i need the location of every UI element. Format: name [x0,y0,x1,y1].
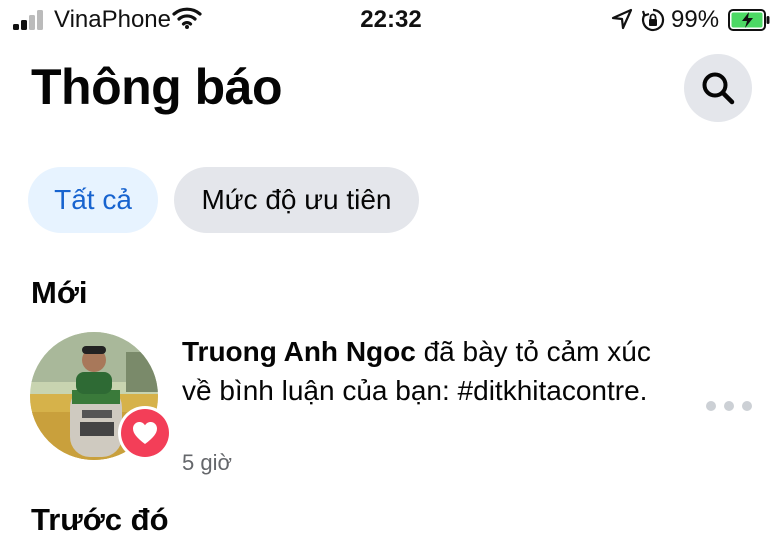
filter-chip-priority[interactable]: Mức độ ưu tiên [174,167,419,233]
page-title: Thông báo [31,59,283,115]
notification-time: 5 giờ [182,450,232,475]
reaction-badge [118,406,172,460]
more-options-button[interactable] [706,396,752,416]
filter-chip-all[interactable]: Tất cả [28,167,158,233]
status-bar: VinaPhone 22:32 99% [0,0,782,40]
section-title-previous: Trước đó [31,502,169,537]
battery-charging-icon [728,9,770,31]
search-icon [702,72,735,105]
search-button[interactable] [684,54,752,122]
section-title-new: Mới [31,275,88,310]
notification-actor: Truong Anh Ngoc [182,336,416,367]
notification-item[interactable]: Truong Anh Ngoc đã bày tỏ cảm xúc về bìn… [0,322,782,482]
notification-text: Truong Anh Ngoc đã bày tỏ cảm xúc về bìn… [182,332,682,410]
location-arrow-icon [611,8,633,30]
battery-percent: 99% [671,6,720,33]
heart-icon [133,422,157,444]
rotation-lock-icon [641,8,665,32]
more-dots-icon [706,401,716,411]
